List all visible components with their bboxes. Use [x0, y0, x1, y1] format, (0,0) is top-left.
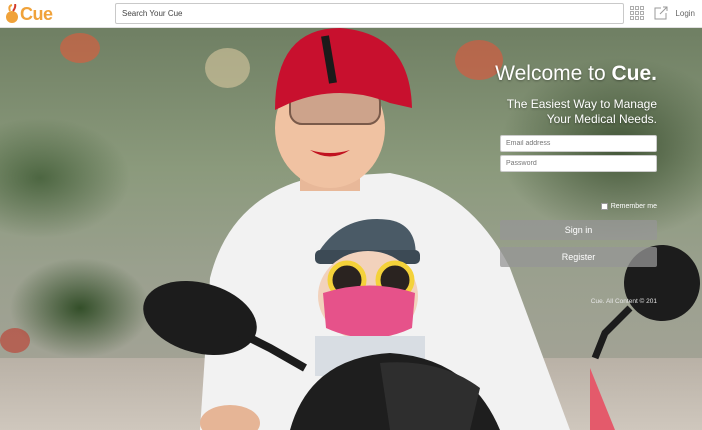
welcome-brand: Cue. — [611, 62, 657, 85]
logo-text: Cue — [20, 3, 53, 24]
email-field[interactable] — [500, 135, 657, 152]
share-icon[interactable] — [654, 6, 668, 20]
logo[interactable]: Cue — [4, 3, 53, 25]
copyright-text: Cue. All Content © 201 — [590, 298, 657, 305]
remember-label: Remember me — [610, 203, 657, 210]
tagline-line2: Your Medical Needs. — [546, 112, 657, 126]
grid-icon[interactable] — [630, 6, 644, 20]
cue-logo-icon — [4, 3, 19, 24]
signin-button[interactable]: Sign in — [500, 220, 657, 240]
welcome-prefix: Welcome to — [495, 62, 612, 85]
register-button[interactable]: Register — [500, 247, 657, 267]
hero-background: Welcome to Cue. The Easiest Way to Manag… — [0, 28, 702, 430]
search-input[interactable] — [115, 3, 624, 24]
login-link[interactable]: Login — [675, 9, 695, 18]
tagline-line1: The Easiest Way to Manage — [506, 97, 657, 111]
top-bar: Cue Login — [0, 0, 702, 28]
remember-checkbox[interactable] — [600, 203, 608, 210]
welcome-heading: Welcome to Cue. — [495, 62, 657, 86]
lantern-bokeh — [60, 33, 100, 63]
password-field[interactable] — [500, 155, 657, 172]
remember-me[interactable]: Remember me — [600, 203, 657, 210]
tagline: The Easiest Way to Manage Your Medical N… — [500, 97, 657, 127]
light-bokeh — [0, 328, 30, 353]
